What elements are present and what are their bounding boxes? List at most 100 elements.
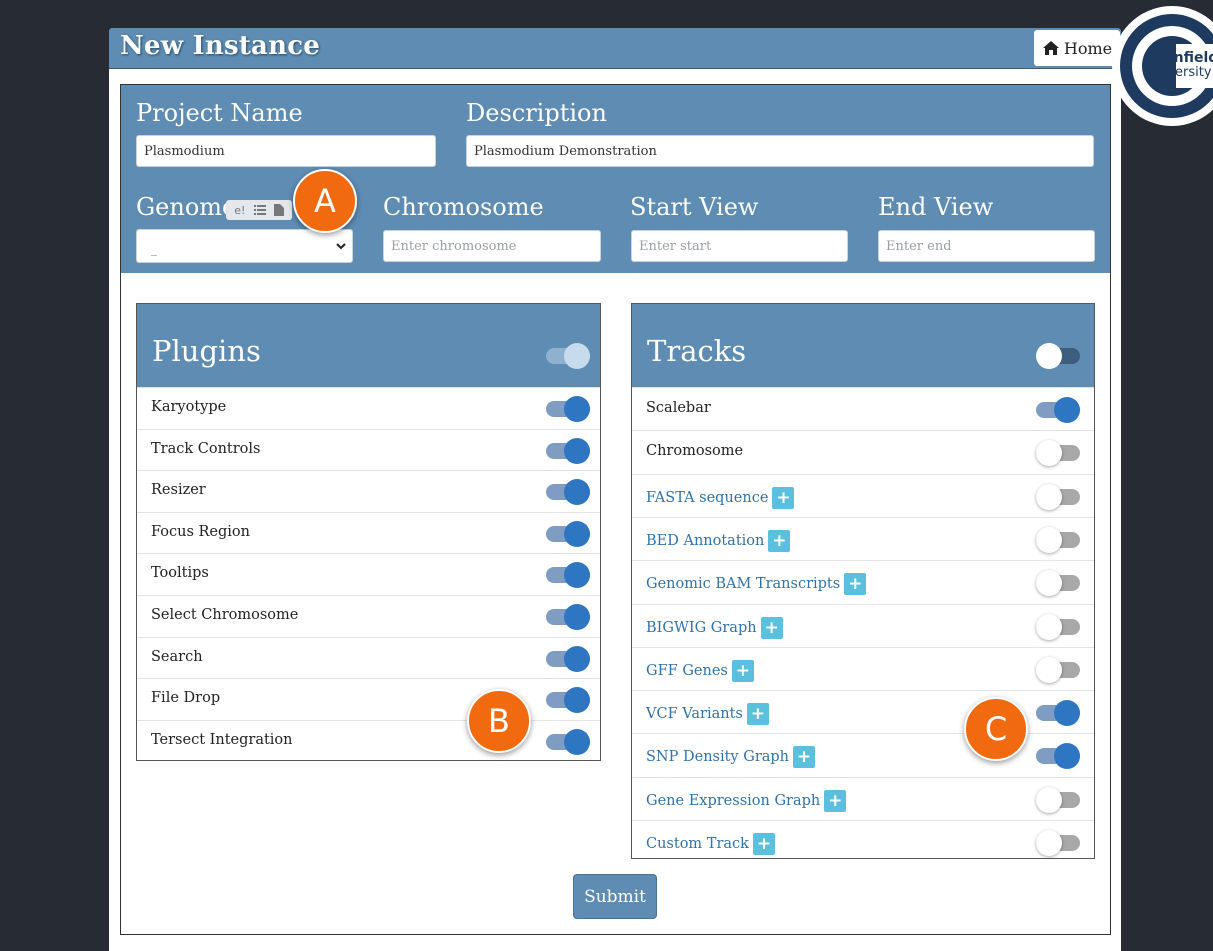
track-row: BED Annotation +: [632, 516, 1094, 560]
tracks-master-toggle[interactable]: [1036, 343, 1080, 369]
plugin-row: Resizer: [137, 470, 600, 512]
plugin-toggle[interactable]: [546, 479, 590, 506]
add-config-icon[interactable]: +: [760, 616, 783, 639]
track-row: FASTA sequence +: [632, 473, 1094, 517]
row-label-text: Karyotype: [151, 399, 227, 415]
add-config-icon[interactable]: +: [731, 659, 754, 682]
add-config-icon[interactable]: +: [772, 486, 795, 509]
row-label-text: Tersect Integration: [151, 731, 293, 748]
title-bar: New Instance: [109, 28, 1121, 69]
track-toggle[interactable]: [1036, 483, 1080, 510]
track-label[interactable]: Gene Expression Graph +: [646, 789, 847, 812]
plugin-label: Select Chromosome: [151, 607, 298, 623]
row-label-text: SNP Density Graph: [646, 749, 790, 766]
plugin-row: Track Controls: [137, 428, 600, 471]
end-view-label: End View: [878, 193, 994, 221]
plugin-row: Tooltips: [137, 553, 600, 595]
row-label-text: Search: [151, 648, 203, 665]
row-label-text: FASTA sequence: [646, 489, 769, 506]
genome-select-value: _: [151, 242, 157, 256]
track-label[interactable]: FASTA sequence +: [646, 486, 795, 509]
track-label: Chromosome: [646, 443, 743, 459]
track-toggle[interactable]: [1036, 700, 1080, 727]
track-label[interactable]: GFF Genes +: [646, 659, 754, 682]
track-toggle[interactable]: [1036, 656, 1080, 683]
plugin-toggle[interactable]: [546, 728, 590, 755]
track-label[interactable]: VCF Variants +: [646, 703, 769, 726]
add-config-icon[interactable]: +: [844, 573, 867, 596]
genome-tools: e!: [226, 200, 292, 220]
logo-text-line1: Cranfield: [1147, 50, 1213, 66]
plugins-panel: Plugins Karyotype Track Controls Resizer Fo…: [136, 303, 601, 761]
plugin-toggle[interactable]: [546, 437, 590, 464]
plugin-toggle[interactable]: [546, 396, 590, 422]
plugin-label: Focus Region: [151, 524, 250, 540]
project-name-input[interactable]: [136, 135, 436, 167]
track-label: Scalebar: [646, 400, 711, 416]
plugin-row: Select Chromosome: [137, 595, 600, 637]
plugin-label: Tersect Integration: [151, 732, 293, 748]
row-label-text: Resizer: [151, 482, 206, 499]
track-toggle[interactable]: [1036, 786, 1080, 813]
chromosome-input[interactable]: [383, 230, 601, 262]
project-name-label: Project Name: [136, 99, 303, 127]
plugin-row: Focus Region: [137, 511, 600, 554]
plugins-title: Plugins: [152, 334, 261, 368]
list-icon[interactable]: [253, 204, 266, 216]
plugin-toggle[interactable]: [546, 520, 590, 547]
genome-label: Genome: [136, 193, 237, 221]
submit-button[interactable]: Submit: [573, 874, 657, 919]
row-label-text: GFF Genes: [646, 662, 728, 679]
row-label-text: Gene Expression Graph: [646, 792, 821, 809]
plugin-row: Search: [137, 636, 600, 679]
chromosome-label: Chromosome: [383, 193, 544, 221]
row-label-text: Genomic BAM Transcripts: [646, 576, 841, 593]
genome-select[interactable]: _: [136, 229, 353, 263]
plugins-master-toggle[interactable]: [546, 343, 590, 369]
file-icon[interactable]: [273, 204, 284, 216]
tracks-panel-header: Tracks: [632, 304, 1094, 387]
end-view-input[interactable]: [878, 230, 1095, 262]
annotation-badge-a: A: [293, 169, 357, 233]
track-label[interactable]: SNP Density Graph +: [646, 746, 816, 769]
row-label-text: BIGWIG Graph: [646, 619, 757, 636]
description-label: Description: [466, 99, 607, 127]
track-row: Chromosome: [632, 430, 1094, 473]
plugin-toggle[interactable]: [546, 687, 590, 714]
annotation-badge-b: B: [467, 689, 531, 753]
add-config-icon[interactable]: +: [768, 529, 791, 552]
track-toggle[interactable]: [1036, 526, 1080, 553]
plugin-toggle[interactable]: [546, 604, 590, 630]
start-view-input[interactable]: [631, 230, 848, 262]
plugin-toggle[interactable]: [546, 562, 590, 589]
plugin-toggle[interactable]: [546, 645, 590, 672]
track-toggle[interactable]: [1036, 397, 1080, 423]
description-input[interactable]: [466, 135, 1094, 167]
annotation-badge-c: C: [964, 697, 1028, 761]
track-label[interactable]: BED Annotation +: [646, 529, 791, 552]
plugin-label: Search: [151, 649, 203, 665]
add-config-icon[interactable]: +: [793, 746, 816, 769]
row-label-text: VCF Variants: [646, 706, 743, 723]
row-label-text: Track Controls: [151, 440, 261, 457]
row-label-text: Focus Region: [151, 523, 250, 540]
track-label[interactable]: BIGWIG Graph +: [646, 616, 783, 639]
add-config-icon[interactable]: +: [752, 833, 775, 855]
start-view-label: Start View: [630, 193, 759, 221]
track-toggle[interactable]: [1036, 613, 1080, 640]
track-toggle[interactable]: [1036, 440, 1080, 467]
row-label-text: Chromosome: [646, 443, 744, 460]
track-label[interactable]: Genomic BAM Transcripts +: [646, 573, 867, 596]
ensembl-icon[interactable]: e!: [234, 204, 245, 217]
row-label-text: Select Chromosome: [151, 607, 299, 623]
track-toggle[interactable]: [1036, 570, 1080, 597]
track-label[interactable]: Custom Track +: [646, 833, 775, 855]
add-config-icon[interactable]: +: [746, 703, 769, 726]
track-toggle[interactable]: [1036, 830, 1080, 856]
add-config-icon[interactable]: +: [824, 789, 847, 812]
home-button[interactable]: Home: [1034, 30, 1120, 66]
plugin-label: File Drop: [151, 690, 220, 706]
plugin-label: Tooltips: [151, 565, 209, 581]
track-toggle[interactable]: [1036, 743, 1080, 770]
plugin-label: Resizer: [151, 482, 206, 498]
